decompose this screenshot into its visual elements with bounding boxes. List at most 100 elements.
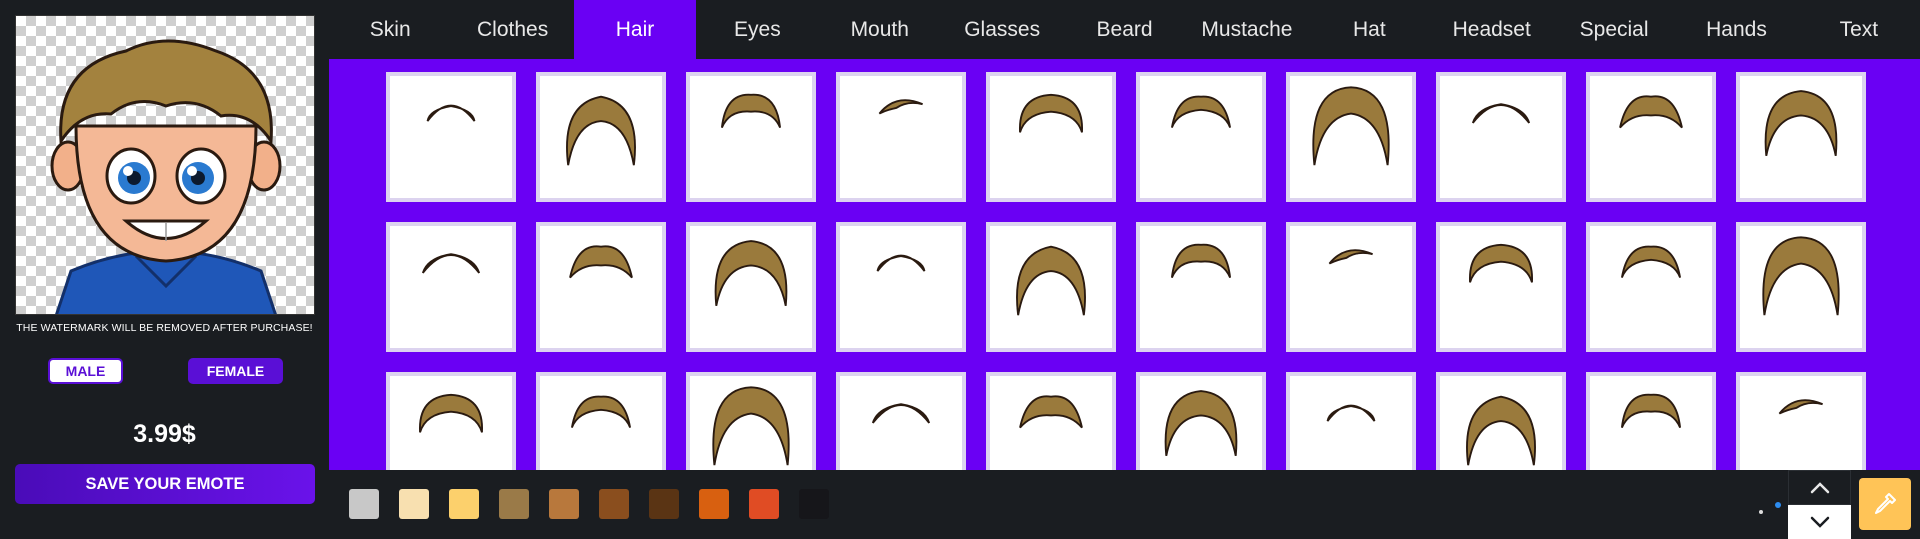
tab-beard[interactable]: Beard (1063, 0, 1185, 59)
color-swatch[interactable] (399, 489, 429, 519)
color-swatch[interactable] (499, 489, 529, 519)
hair-style-image (1170, 243, 1232, 279)
hair-style-tile[interactable] (686, 222, 816, 352)
tab-clothes[interactable]: Clothes (451, 0, 573, 59)
hair-style-tile[interactable] (686, 372, 816, 470)
tab-skin[interactable]: Skin (329, 0, 451, 59)
color-bar (329, 470, 1920, 539)
hair-style-image (1778, 399, 1823, 415)
color-swatch[interactable] (649, 489, 679, 519)
emote-creator-app: THE WATERMARK WILL BE REMOVED AFTER PURC… (0, 0, 1920, 539)
hair-style-image (1312, 86, 1390, 166)
hair-style-tile[interactable] (836, 372, 966, 470)
tab-hat[interactable]: Hat (1308, 0, 1430, 59)
watermark-note: THE WATERMARK WILL BE REMOVED AFTER PURC… (16, 322, 313, 334)
hair-style-image (1762, 236, 1840, 316)
color-swatch[interactable] (349, 489, 379, 519)
category-tabs: Skin Clothes Hair Eyes Mouth Glasses Bea… (329, 0, 1920, 59)
hair-style-image (1019, 395, 1083, 429)
tab-special[interactable]: Special (1553, 0, 1675, 59)
color-swatch[interactable] (699, 489, 729, 519)
hair-style-tile[interactable] (1136, 222, 1266, 352)
tab-glasses[interactable]: Glasses (941, 0, 1063, 59)
hair-style-tile[interactable] (1436, 222, 1566, 352)
tab-mustache[interactable]: Mustache (1186, 0, 1308, 59)
hair-style-tile[interactable] (1436, 372, 1566, 470)
hair-style-image (720, 93, 782, 129)
hair-style-tile[interactable] (386, 72, 516, 202)
hair-style-image (569, 245, 633, 279)
emote-preview (15, 15, 315, 315)
hair-style-image (570, 395, 632, 428)
hair-style-tile[interactable] (1736, 222, 1866, 352)
hair-style-image (1466, 395, 1536, 466)
emote-avatar-image (50, 39, 282, 314)
hair-style-tile[interactable] (1736, 72, 1866, 202)
tab-mouth[interactable]: Mouth (819, 0, 941, 59)
save-emote-button[interactable]: SAVE YOUR EMOTE (15, 464, 315, 504)
color-swatch[interactable] (599, 489, 629, 519)
female-button[interactable]: FEMALE (188, 358, 283, 384)
page-indicator-dot (1759, 510, 1763, 514)
tab-hair[interactable]: Hair (573, 0, 697, 59)
hair-style-tile[interactable] (986, 372, 1116, 470)
scroll-up-button[interactable] (1788, 470, 1851, 505)
hair-style-image (712, 386, 790, 466)
hair-style-tile[interactable] (1136, 372, 1266, 470)
hair-style-image (1170, 95, 1232, 128)
hair-style-tile[interactable] (536, 372, 666, 470)
hair-style-image (1326, 404, 1376, 422)
chevron-up-icon (1810, 481, 1829, 493)
hair-style-image (1764, 90, 1838, 156)
hair-style-image (1619, 95, 1683, 129)
color-swatch[interactable] (449, 489, 479, 519)
hair-style-tile[interactable] (1586, 72, 1716, 202)
tab-headset[interactable]: Headset (1431, 0, 1553, 59)
hair-style-tile[interactable] (1286, 372, 1416, 470)
hair-style-image (1620, 245, 1682, 278)
hair-style-image (876, 254, 926, 272)
hair-style-image (566, 95, 636, 166)
hair-style-image (1164, 390, 1238, 456)
hair-style-grid[interactable] (329, 59, 1920, 470)
hair-style-tile[interactable] (1436, 72, 1566, 202)
hair-style-image (1620, 393, 1682, 429)
tab-text[interactable]: Text (1798, 0, 1920, 59)
hair-style-tile[interactable] (836, 222, 966, 352)
hair-style-tile[interactable] (686, 72, 816, 202)
hair-style-image (1328, 249, 1373, 265)
hair-style-image (1016, 245, 1086, 316)
hair-style-tile[interactable] (1136, 72, 1266, 202)
eyedropper-icon (1875, 493, 1896, 514)
tab-hands[interactable]: Hands (1675, 0, 1797, 59)
tab-eyes[interactable]: Eyes (696, 0, 818, 59)
chevron-down-icon (1810, 516, 1829, 528)
hair-style-tile[interactable] (536, 72, 666, 202)
hair-style-image (1019, 93, 1083, 133)
color-swatch[interactable] (749, 489, 779, 519)
hair-style-image (871, 403, 931, 424)
color-swatch[interactable] (799, 489, 829, 519)
hair-style-tile[interactable] (536, 222, 666, 352)
hair-style-tile[interactable] (1586, 372, 1716, 470)
hair-style-tile[interactable] (1286, 222, 1416, 352)
hair-style-image (1469, 243, 1533, 283)
hair-style-tile[interactable] (1286, 72, 1416, 202)
hair-style-tile[interactable] (836, 72, 966, 202)
hair-style-image (1471, 103, 1531, 124)
color-picker-button[interactable] (1859, 478, 1911, 530)
male-button[interactable]: MALE (48, 358, 123, 384)
hair-style-tile[interactable] (386, 222, 516, 352)
left-panel: THE WATERMARK WILL BE REMOVED AFTER PURC… (0, 0, 329, 539)
hair-style-tile[interactable] (986, 222, 1116, 352)
page-indicator-dot-active (1775, 502, 1781, 508)
hair-style-image (426, 104, 476, 122)
hair-style-tile[interactable] (1736, 372, 1866, 470)
hair-style-tile[interactable] (1586, 222, 1716, 352)
price-label: 3.99$ (133, 420, 196, 448)
hair-style-image (421, 253, 481, 274)
hair-style-tile[interactable] (986, 72, 1116, 202)
hair-style-tile[interactable] (386, 372, 516, 470)
scroll-down-button[interactable] (1788, 505, 1851, 539)
color-swatch[interactable] (549, 489, 579, 519)
